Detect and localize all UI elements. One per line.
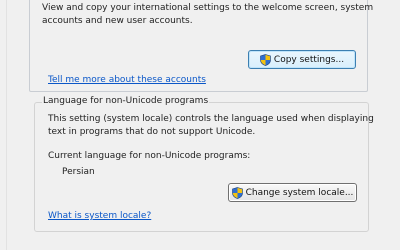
window-edge [0,0,7,250]
copy-settings-label: Copy settings... [273,54,345,65]
welcome-description-line-2: accounts and new user accounts. [42,16,193,26]
copy-settings-button[interactable]: Copy settings... [248,50,356,69]
locale-description-line-1: This setting (system locale) controls th… [48,114,374,124]
locale-description-line-2: text in programs that do not support Uni… [48,127,256,137]
welcome-description-line-1: View and copy your international setting… [42,3,374,13]
uac-shield-icon [231,186,243,199]
accounts-help-link[interactable]: Tell me more about these accounts [48,74,206,86]
uac-shield-icon [260,53,271,66]
change-system-locale-button[interactable]: Change system locale... [228,183,357,202]
administrative-tab-panel: View and copy your international setting… [0,0,400,250]
current-language-label: Current language for non-Unicode program… [48,151,251,161]
non-unicode-group-title: Language for non-Unicode programs [42,96,210,107]
current-language-value: Persian [62,167,95,177]
change-system-locale-label: Change system locale... [245,187,354,198]
system-locale-help-link[interactable]: What is system locale? [48,210,151,222]
